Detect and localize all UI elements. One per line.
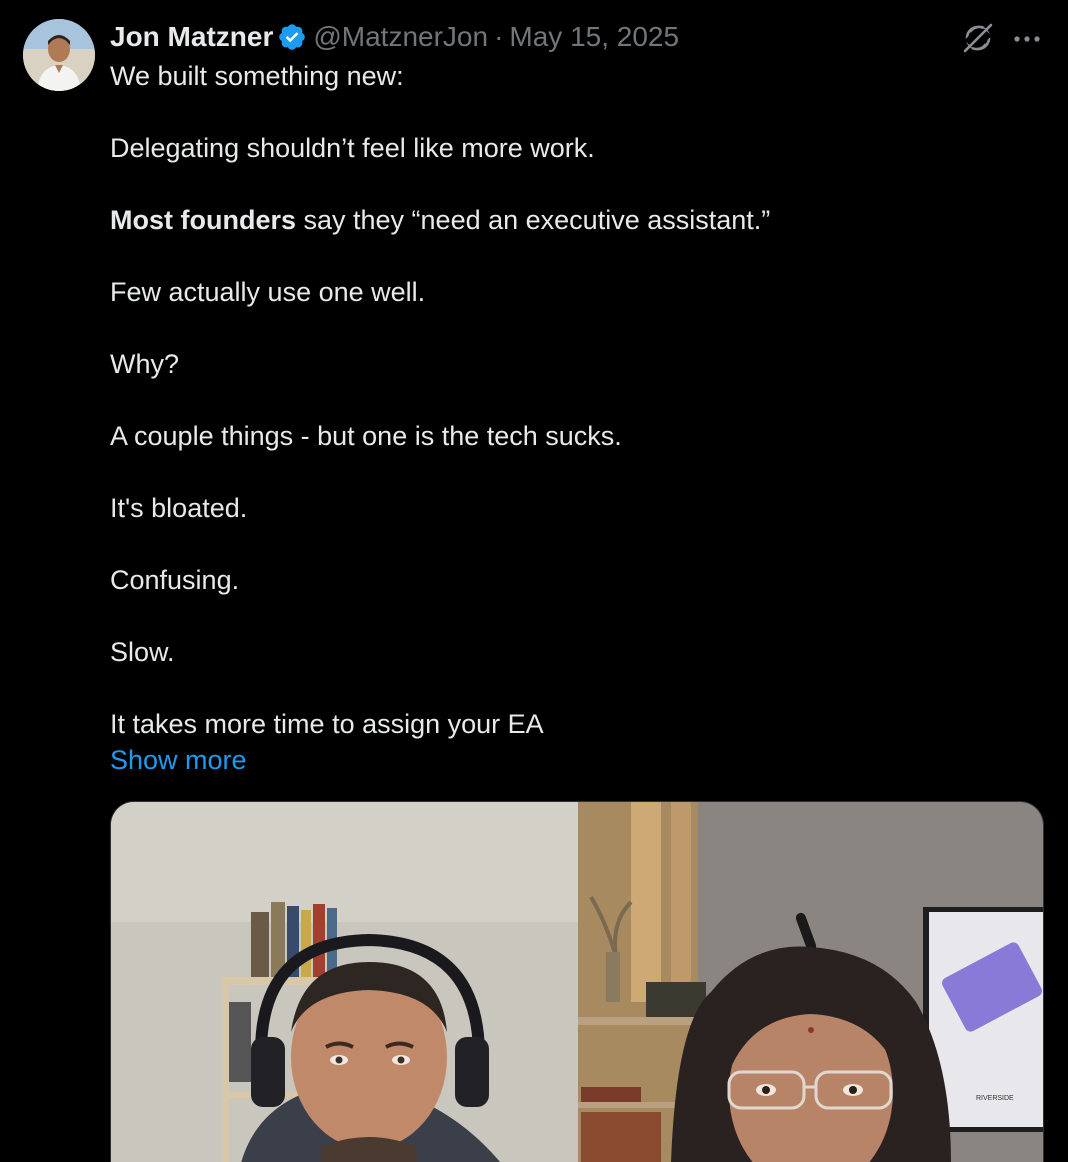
tweet-line: Slow.	[110, 637, 175, 667]
tweet-line: It takes more time to assign your EA	[110, 709, 544, 739]
show-more-link[interactable]: Show more	[110, 742, 1040, 778]
bold-text: Most founders	[110, 205, 296, 235]
tweet-date[interactable]: May 15, 2025	[509, 20, 679, 54]
tweet-line: A couple things - but one is the tech su…	[110, 421, 622, 451]
tweet[interactable]: Jon Matzner @MatznerJon · May 15, 2025 W…	[0, 0, 1068, 1162]
tweet-header: Jon Matzner @MatznerJon · May 15, 2025	[110, 20, 679, 54]
verified-badge-icon[interactable]	[277, 22, 307, 52]
author-handle[interactable]: @MatznerJon	[313, 20, 488, 54]
author-avatar[interactable]	[23, 19, 95, 91]
tweet-line-rest: say they “need an executive assistant.”	[296, 205, 771, 235]
tweet-line: Few actually use one well.	[110, 277, 426, 307]
tweet-line: It's bloated.	[110, 493, 248, 523]
poster-text: RIVERSIDE	[976, 1095, 1014, 1102]
tweet-line: Why?	[110, 349, 180, 379]
tweet-line: Confusing.	[110, 565, 240, 595]
tweet-text: We built something new: Delegating shoul…	[110, 58, 1040, 778]
tweet-line: Delegating shouldn’t feel like more work…	[110, 133, 595, 163]
tweet-line: We built something new:	[110, 61, 404, 91]
more-options-icon[interactable]	[1010, 22, 1044, 56]
tweet-line: Most founders say they “need an executiv…	[110, 202, 1040, 238]
tweet-video[interactable]: RIVERSIDE	[110, 801, 1044, 1162]
header-separator: ·	[494, 21, 504, 52]
author-name[interactable]: Jon Matzner	[110, 20, 273, 54]
grok-icon[interactable]	[960, 20, 996, 56]
avatar-photo	[23, 19, 95, 91]
